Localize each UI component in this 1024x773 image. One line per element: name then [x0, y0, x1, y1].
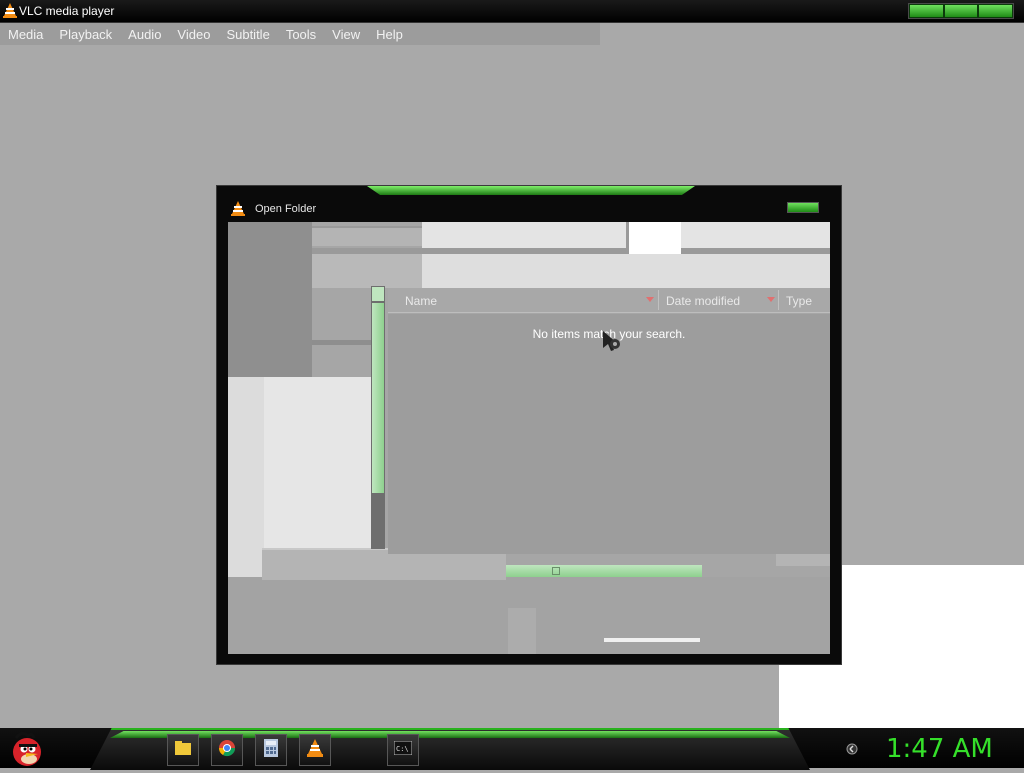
taskbar-calculator[interactable]: [255, 734, 287, 766]
svg-text:C:\: C:\: [396, 745, 409, 753]
scroll-up-button[interactable]: [372, 287, 384, 301]
column-separator[interactable]: [778, 290, 779, 310]
column-header-date-modified[interactable]: Date modified: [666, 294, 740, 308]
menu-view[interactable]: View: [324, 27, 368, 42]
open-folder-dialog: Open Folder Name Date modified Type No i…: [216, 185, 842, 665]
dialog-title: Open Folder: [255, 203, 317, 215]
left-pane-edge: [264, 377, 371, 577]
taskbar-chrome[interactable]: [211, 734, 243, 766]
window-controls[interactable]: [908, 3, 1014, 19]
scrollbar-grip[interactable]: [552, 567, 560, 575]
taskbar-file-explorer[interactable]: [167, 734, 199, 766]
mouse-cursor-icon: [603, 331, 627, 358]
taskbar: C:\ 1:47 AM: [0, 728, 1024, 770]
chrome-icon: [218, 739, 236, 762]
maximize-button[interactable]: [944, 5, 978, 17]
navigation-pane[interactable]: [228, 222, 312, 377]
folder-icon: [174, 740, 192, 761]
vlc-cone-icon: [231, 201, 245, 221]
notification-tray-icon[interactable]: [846, 742, 858, 760]
column-header-name[interactable]: Name: [405, 294, 437, 308]
desktop-blank-area: [838, 565, 1024, 728]
menu-bar: Media Playback Audio Video Subtitle Tool…: [0, 23, 600, 45]
menu-media[interactable]: Media: [0, 27, 51, 42]
calculator-icon: [264, 738, 278, 762]
sort-dropdown-icon[interactable]: [646, 297, 654, 302]
start-button-angry-bird-icon[interactable]: [8, 730, 46, 773]
dialog-bottom-highlight: [604, 638, 700, 642]
taskbar-vlc[interactable]: [299, 734, 331, 766]
dialog-client-area: Name Date modified Type No items match y…: [228, 222, 830, 654]
address-bar[interactable]: [312, 226, 422, 246]
window-title: VLC media player: [19, 4, 115, 18]
vlc-cone-icon: [3, 3, 17, 23]
desktop-blank-area: [779, 662, 839, 728]
dialog-close-button[interactable]: [787, 202, 819, 213]
menu-video[interactable]: Video: [169, 27, 218, 42]
taskbar-clock[interactable]: 1:47 AM: [886, 734, 993, 764]
command-prompt-icon: C:\: [393, 740, 413, 760]
taskbar-command-prompt[interactable]: C:\: [387, 734, 419, 766]
menu-subtitle[interactable]: Subtitle: [218, 27, 277, 42]
menu-playback[interactable]: Playback: [51, 27, 120, 42]
horizontal-scrollbar[interactable]: [506, 565, 702, 577]
column-separator[interactable]: [658, 290, 659, 310]
vertical-scrollbar[interactable]: [371, 286, 385, 549]
sort-dropdown-icon[interactable]: [767, 297, 775, 302]
menu-help[interactable]: Help: [368, 27, 411, 42]
menu-tools[interactable]: Tools: [278, 27, 324, 42]
dialog-top-glow: [367, 186, 695, 195]
header-band-left: [312, 254, 422, 288]
menu-audio[interactable]: Audio: [120, 27, 169, 42]
column-header-type[interactable]: Type: [786, 294, 812, 308]
minimize-button[interactable]: [910, 5, 943, 17]
dialog-button-slot[interactable]: [508, 608, 536, 654]
vlc-cone-icon: [307, 738, 323, 762]
close-button[interactable]: [979, 5, 1013, 17]
scrollbar-thumb[interactable]: [372, 303, 384, 493]
left-pane-strip: [312, 340, 372, 345]
column-header-row: Name Date modified Type: [388, 288, 830, 313]
vlc-title-bar[interactable]: VLC media player: [0, 0, 1024, 23]
